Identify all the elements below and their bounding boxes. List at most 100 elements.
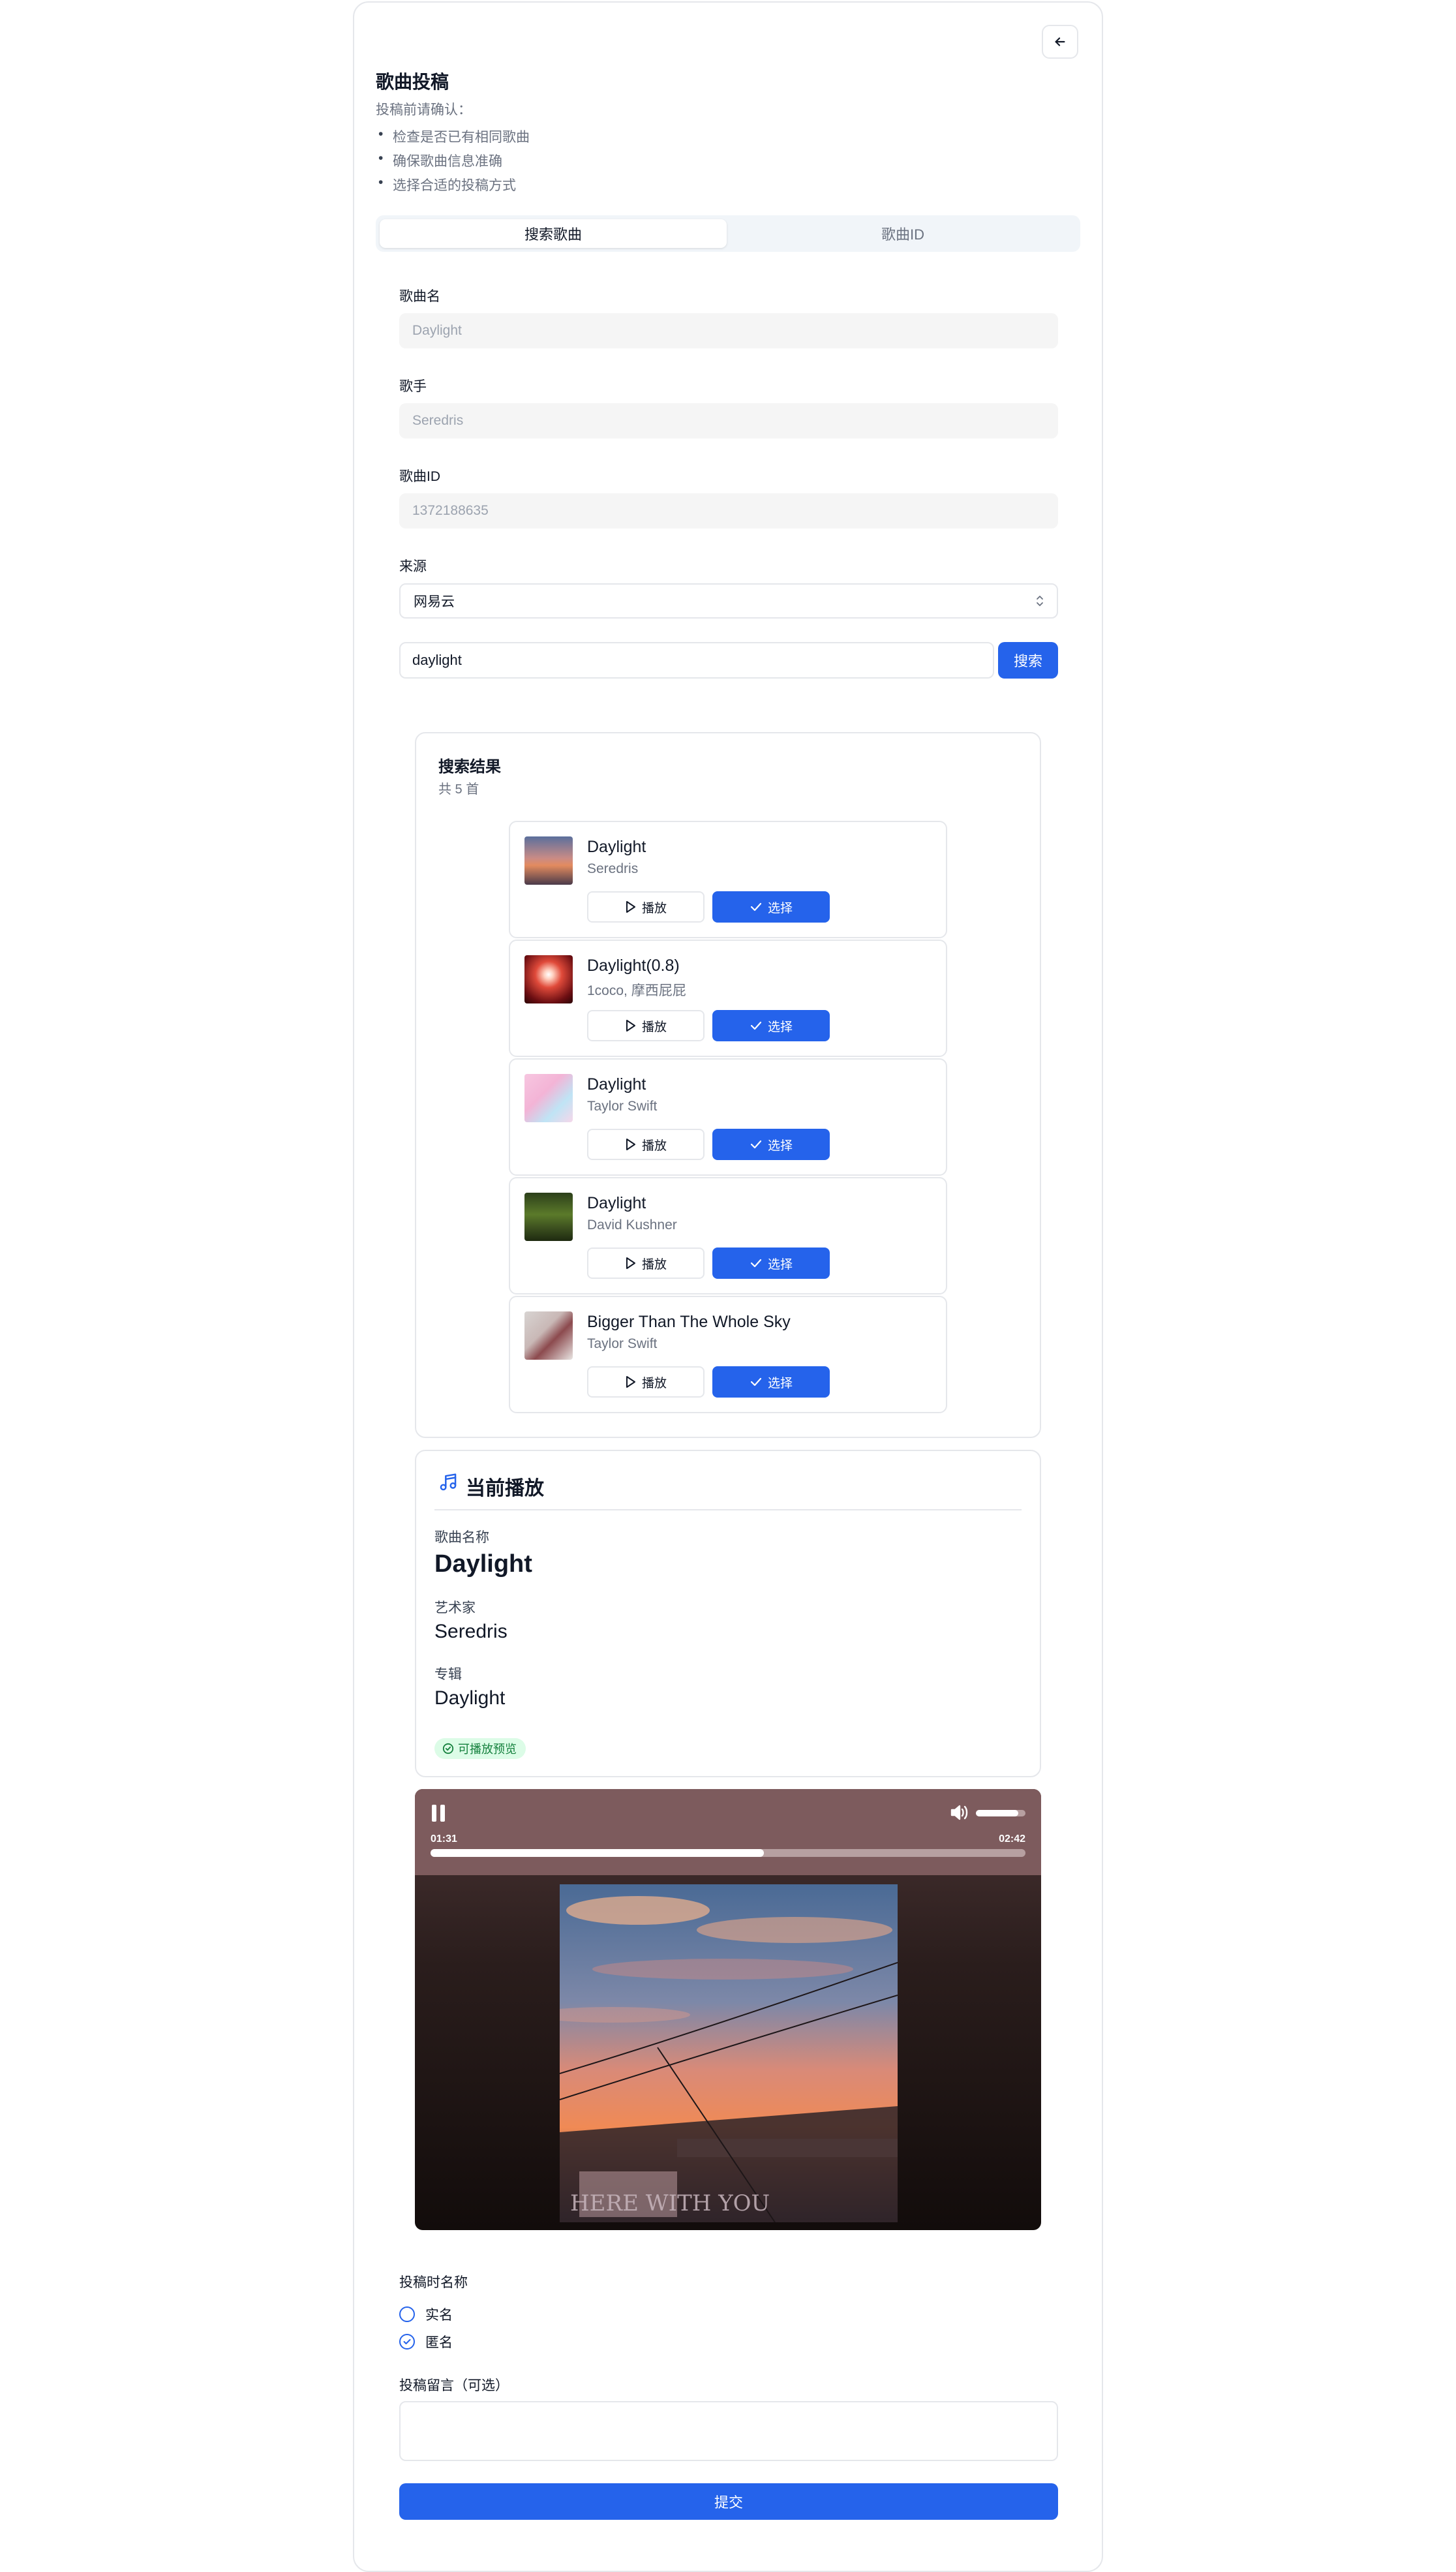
song-result-name: Daylight [587,838,646,856]
select-label: 选择 [767,1257,793,1272]
play-button[interactable]: 播放 [587,891,705,923]
song-result-name: Daylight [587,1075,646,1094]
song-id-field: 1372188635 [399,493,1058,528]
volume-icon[interactable] [950,1803,969,1822]
song-name-field: Daylight [399,313,1058,348]
divider [434,1509,1022,1510]
song-result-artist: 1coco, 摩西屁屁 [587,983,686,998]
page-title: 歌曲投稿 [376,72,449,92]
search-button[interactable]: 搜索 [998,642,1058,679]
select-button[interactable]: 选择 [712,891,830,923]
play-icon [626,1020,635,1032]
album-cover [524,1311,573,1360]
radio-label: 实名 [425,2308,453,2323]
pause-icon[interactable] [431,1803,447,1823]
preview-status-text: 可播放预览 [458,1743,517,1756]
song-result-artist: Taylor Swift [587,1336,658,1351]
submit-button[interactable]: 提交 [399,2483,1058,2520]
audio-player: 01:31 02:42 HERE WITH YOU [415,1789,1041,2230]
select-button[interactable]: 选择 [712,1129,830,1160]
artist-label: 歌手 [399,379,427,394]
album-artwork: HERE WITH YOU [560,1884,898,2222]
page-subtitle: 投稿前请确认： [376,102,472,117]
preview-status-badge: 可播放预览 [434,1738,526,1759]
now-playing-title: 当前播放 [466,1478,544,1499]
source-select[interactable]: 网易云 [399,583,1058,619]
song-title-label: 歌曲名称 [434,1530,489,1545]
duration: 02:42 [999,1833,1025,1845]
album-cover [524,955,573,1003]
search-results-count: 共 5 首 [438,782,479,797]
radio-option-anonymous[interactable]: 匿名 [399,2332,453,2351]
now-playing-song: Daylight [434,1550,532,1578]
artist-meta-label: 艺术家 [434,1600,476,1615]
song-result-artist: Seredris [587,861,639,876]
album-cover [524,1193,573,1241]
source-label: 来源 [399,559,427,574]
play-icon [626,1139,635,1150]
check-icon [750,1377,762,1386]
select-button[interactable]: 选择 [712,1010,830,1041]
now-playing-artist: Seredris [434,1621,508,1642]
song-id-label: 歌曲ID [399,469,440,484]
player-controls: 01:31 02:42 [415,1789,1041,1875]
play-icon [626,901,635,913]
song-result-item: Daylight Taylor Swift 播放 选择 [509,1058,947,1176]
song-result-name: Daylight [587,1194,646,1212]
tab-search-song[interactable]: 搜索歌曲 [380,219,727,248]
artist-field: Seredris [399,403,1058,438]
song-result-name: Bigger Than The Whole Sky [587,1313,791,1331]
progress-bar[interactable] [431,1849,1025,1857]
name-option-label: 投稿时名称 [399,2275,468,2290]
album-art-text: HERE WITH YOU [570,2190,770,2216]
play-button[interactable]: 播放 [587,1248,705,1279]
check-icon [403,2339,411,2344]
song-result-item: Daylight Seredris 播放 选择 [509,821,947,938]
play-label: 播放 [641,1376,667,1390]
play-button[interactable]: 播放 [587,1010,705,1041]
mode-tabs: 搜索歌曲 歌曲ID [376,215,1080,252]
music-note-icon [440,1473,457,1491]
select-button[interactable]: 选择 [712,1366,830,1398]
album-cover [524,836,573,885]
song-name-label: 歌曲名 [399,289,440,304]
play-button[interactable]: 播放 [587,1129,705,1160]
check-circle-icon [442,1743,454,1754]
arrow-left-icon [1055,37,1065,46]
select-label: 选择 [767,1020,793,1034]
play-icon [626,1257,635,1269]
search-results-title: 搜索结果 [438,758,501,776]
back-button[interactable] [1042,25,1078,59]
song-result-item: Daylight David Kushner 播放 选择 [509,1177,947,1294]
message-textarea[interactable] [399,2401,1058,2461]
play-label: 播放 [641,1139,667,1153]
check-icon [750,1140,762,1149]
radio-option-realname[interactable]: 实名 [399,2304,453,2324]
radio-checked[interactable] [399,2334,415,2350]
select-button[interactable]: 选择 [712,1248,830,1279]
check-icon [750,1021,762,1030]
play-icon [626,1376,635,1388]
album-cover [524,1074,573,1122]
check-icon [750,902,762,911]
select-label: 选择 [767,1376,793,1390]
tab-song-id[interactable]: 歌曲ID [729,219,1076,248]
play-label: 播放 [641,901,667,915]
volume-level [976,1810,1018,1816]
checklist-item: 检查是否已有相同歌曲 [378,127,530,146]
checklist-item: 选择合适的投稿方式 [378,175,516,194]
select-label: 选择 [767,901,793,915]
check-icon [750,1259,762,1268]
search-input[interactable]: daylight [399,642,994,679]
current-time: 01:31 [431,1833,457,1845]
play-button[interactable]: 播放 [587,1366,705,1398]
now-playing-album: Daylight [434,1687,506,1709]
select-label: 选择 [767,1139,793,1153]
progress-fill [431,1849,764,1857]
song-result-item: Bigger Than The Whole Sky Taylor Swift 播… [509,1296,947,1413]
play-label: 播放 [641,1020,667,1034]
radio-unchecked[interactable] [399,2306,415,2322]
volume-slider[interactable] [976,1810,1025,1816]
radio-label: 匿名 [425,2335,453,2350]
play-label: 播放 [641,1257,667,1272]
